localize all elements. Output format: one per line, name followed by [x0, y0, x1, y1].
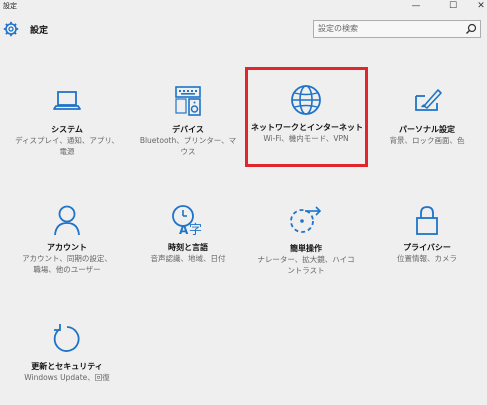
maximize-button[interactable]: ☐: [443, 0, 463, 14]
tile-personalization[interactable]: パーソナル設定 背景、ロック画面、色: [372, 86, 482, 176]
tile-time-language[interactable]: A 字 時刻と言語 音声認識、地域、日付: [133, 204, 243, 294]
tile-privacy-desc: 位置情報、カメラ: [397, 254, 457, 263]
person-icon: [54, 205, 80, 236]
gear-icon: [3, 21, 19, 37]
search-input[interactable]: [318, 24, 458, 33]
tile-privacy-label: プライバシー: [403, 243, 451, 252]
tile-update-security-desc: Windows Update、回復: [24, 373, 110, 382]
tile-privacy[interactable]: プライバシー 位置情報、カメラ: [372, 204, 482, 294]
tile-system-label: システム: [51, 125, 83, 134]
tile-update-security[interactable]: 更新とセキュリティ Windows Update、回復: [12, 323, 122, 405]
ease-of-access-icon: [290, 206, 322, 233]
clock-language-icon: A 字: [172, 205, 202, 236]
tile-personalization-desc: 背景、ロック画面、色: [389, 136, 465, 145]
tile-time-language-label: 時刻と言語: [168, 243, 208, 252]
highlight-box: [245, 67, 368, 167]
header: 設定: [0, 20, 487, 40]
tile-devices-label: デバイス: [172, 125, 204, 134]
keyboard-speaker-icon: [175, 86, 201, 116]
tile-personalization-label: パーソナル設定: [399, 125, 455, 134]
tile-ease-of-access-desc: ナレーター、拡大鏡、ハイコ ントラスト: [257, 255, 355, 275]
tile-system-desc: ディスプレイ、通知、アプリ、 電源: [15, 136, 119, 156]
window-title: 設定: [3, 2, 17, 10]
refresh-icon: [53, 324, 80, 352]
close-button[interactable]: ✕: [471, 0, 487, 14]
tile-accounts-label: アカウント: [47, 243, 87, 252]
tile-ease-of-access-label: 簡単操作: [290, 244, 322, 253]
tile-time-language-desc: 音声認識、地域、日付: [150, 254, 226, 263]
search-box[interactable]: [313, 20, 481, 38]
svg-text:A: A: [179, 223, 189, 236]
search-icon[interactable]: [465, 23, 477, 35]
tile-accounts[interactable]: アカウント アカウント、同期の設定、 職場、他のユーザー: [12, 204, 122, 294]
paint-screen-icon: [415, 89, 442, 111]
minimize-button[interactable]: —: [406, 0, 426, 14]
settings-window: 設定 — ☐ ✕ 設定 設定の検索 システム ディスプレイ、通知、アプリ、 電源…: [0, 0, 487, 405]
laptop-icon: [53, 91, 81, 110]
tile-devices-desc: Bluetooth、プリンター、マ ウス: [139, 136, 237, 156]
page-title: 設定: [30, 26, 49, 36]
svg-text:字: 字: [189, 223, 202, 236]
tile-devices[interactable]: デバイス Bluetooth、プリンター、マ ウス: [133, 83, 243, 173]
tile-update-security-label: 更新とセキュリティ: [31, 362, 103, 371]
tile-accounts-desc: アカウント、同期の設定、 職場、他のユーザー: [22, 254, 112, 274]
tile-ease-of-access[interactable]: 簡単操作 ナレーター、拡大鏡、ハイコ ントラスト: [251, 205, 361, 295]
title-bar: 設定 — ☐ ✕: [0, 0, 487, 14]
tile-system[interactable]: システム ディスプレイ、通知、アプリ、 電源: [12, 86, 122, 176]
lock-icon: [416, 206, 438, 235]
